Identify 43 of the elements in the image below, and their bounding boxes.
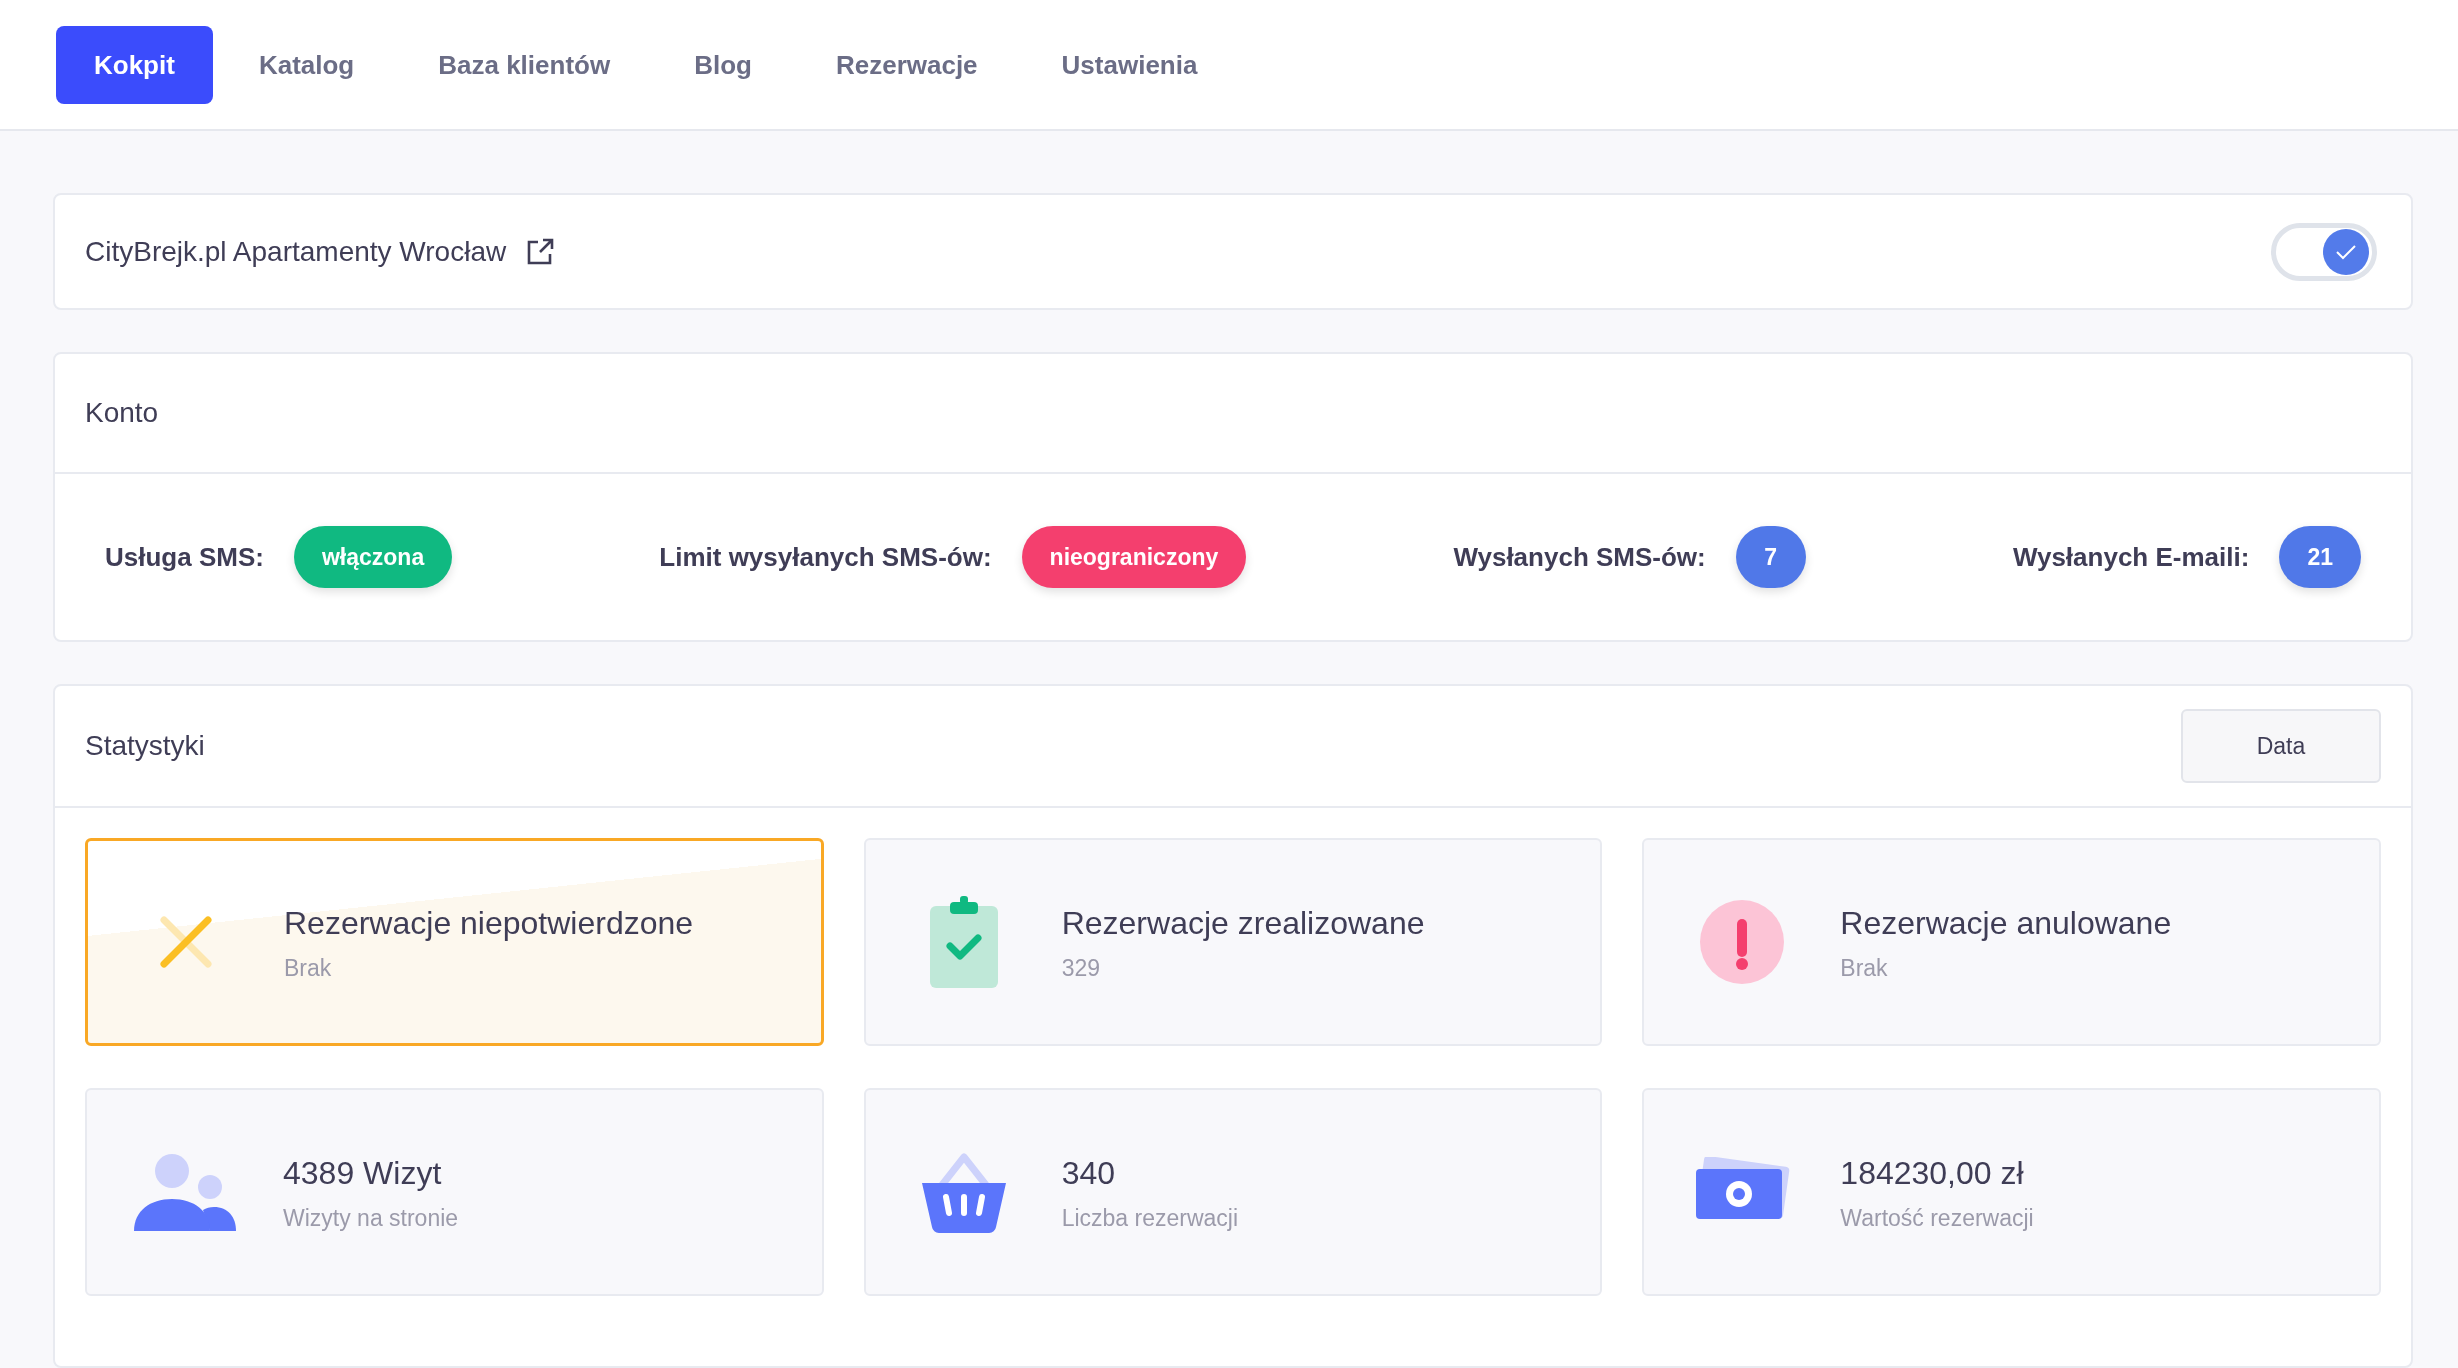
site-name: CityBrejk.pl Apartamenty Wrocław [85,235,507,268]
stat-value: Wizyty na stronie [283,1204,459,1232]
stat-value: Brak [1840,954,1889,982]
status-badge: nieograniczony [1021,526,1247,588]
nav-tab[interactable]: Kokpit [56,25,213,104]
stat-label: Wysłanych SMS-ów: [1453,541,1706,573]
status-badge: 21 [2279,526,2361,588]
stat-label: Wysłanych E-maili: [2012,541,2250,573]
stat-title: Rezerwacje anulowane [1840,903,2172,943]
stat-label: Usługa SMS: [105,541,264,573]
stat-title: Rezerwacje zrealizowane [1061,903,1425,943]
stat-value: Wartość rezerwacji [1840,1204,2034,1232]
status-badge: włączona [293,526,453,588]
stat-card[interactable]: Rezerwacje anulowane Brak [1642,838,2381,1046]
stat-label: Limit wysyłanych SMS-ów: [659,541,992,573]
basket-icon [921,1151,1006,1233]
nav-tab[interactable]: Rezerwacje [797,25,1016,104]
nav-tab[interactable]: Katalog [220,25,393,104]
card-title: Statystyki [85,730,205,762]
date-button[interactable]: Data [2181,709,2381,783]
users-icon [134,1153,236,1231]
external-link-icon[interactable] [526,237,555,266]
stat-card[interactable]: Rezerwacje niepotwierdzone Brak [85,838,824,1046]
stat-title: Rezerwacje niepotwierdzone [284,903,694,943]
stat-title: 340 [1061,1153,1117,1193]
stat-value: Liczba rezerwacji [1061,1204,1239,1232]
stat-title: 4389 Wizyt [283,1153,443,1193]
stat-card[interactable]: 184230,00 zł Wartość rezerwacji [1642,1088,2381,1296]
status-badge: 7 [1735,526,1806,588]
stat-card[interactable]: 4389 Wizyt Wizyty na stronie [85,1088,824,1296]
nav-tab[interactable]: Blog [656,25,790,104]
exclamation-icon [1700,900,1785,984]
check-icon [2335,243,2357,260]
stat-card[interactable]: 340 Liczba rezerwacji [863,1088,1603,1296]
stat-title: 184230,00 zł [1840,1153,2025,1193]
stat-value: 329 [1061,954,1102,982]
card-title: Konto [85,397,159,429]
stat-value: Brak [284,954,333,982]
clipboard-check-icon [929,896,998,988]
cross-icon [158,914,214,970]
stat-card[interactable]: Rezerwacje zrealizowane 329 [863,838,1603,1046]
nav-tab[interactable]: Ustawienia [1023,25,1236,104]
nav-tab[interactable]: Baza klientów [400,25,649,104]
